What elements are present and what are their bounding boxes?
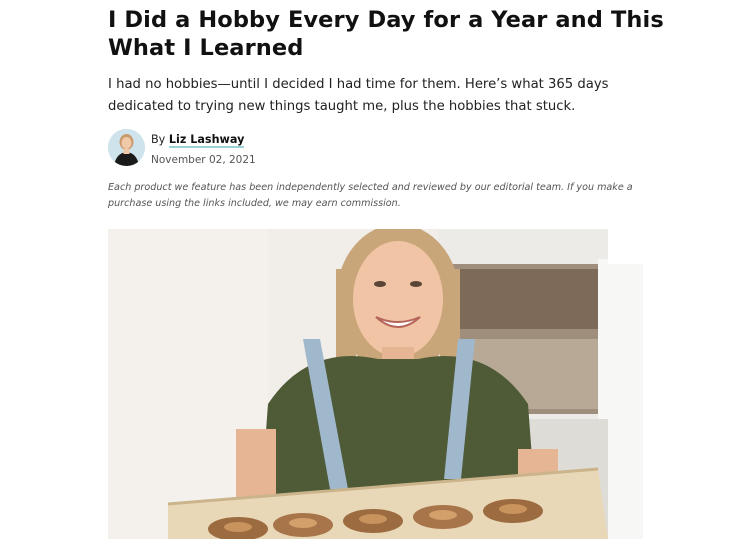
article-dek: I had no hobbies—until I decided I had t… bbox=[108, 77, 609, 114]
affiliate-disclaimer: Each product we feature has been indepen… bbox=[108, 182, 633, 209]
hero-image bbox=[108, 229, 643, 539]
byline-author-line: By Liz Lashway bbox=[151, 132, 256, 148]
byline: By Liz Lashway November 02, 2021 bbox=[108, 129, 508, 167]
byline-prefix: By bbox=[151, 133, 166, 146]
publish-date: November 02, 2021 bbox=[151, 154, 256, 166]
author-avatar[interactable] bbox=[108, 129, 145, 166]
article-headline: I Did a Hobby Every Day for a Year and T… bbox=[108, 7, 664, 61]
author-link[interactable]: Liz Lashway bbox=[168, 133, 245, 148]
